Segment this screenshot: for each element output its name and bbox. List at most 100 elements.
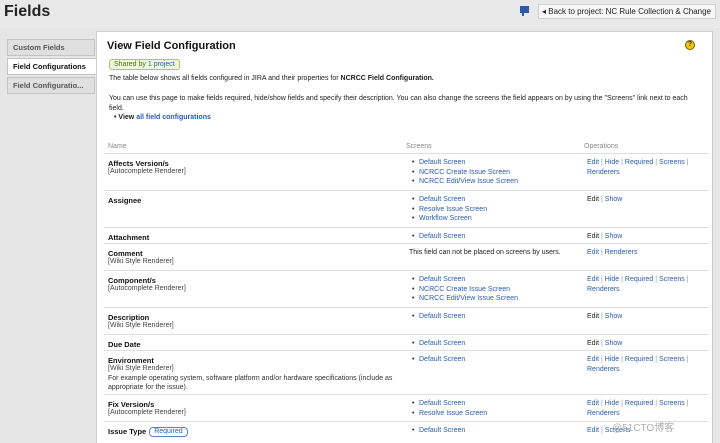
view-all-item: • View all field configurations [114,114,211,121]
operation-required-link[interactable]: Required [625,400,653,407]
field-renderer: [Autocomplete Renderer] [108,409,186,416]
operation-show-link[interactable]: Show [605,313,623,320]
screen-link[interactable]: NCRCC Edit/View Issue Screen [409,294,579,304]
operation-required-link[interactable]: Required [625,356,653,363]
operation-edit-link[interactable]: Edit [587,400,599,407]
intro-text: The table below shows all fields configu… [109,75,434,82]
operation-hide-link[interactable]: Hide [605,276,619,283]
operations: Edit | Show [587,313,623,320]
top-bar: Fields ◂ Back to project: NC Rule Collec… [0,0,720,28]
operations: Edit | Hide | Required | Screens | Rende… [587,356,689,373]
operation-required-link[interactable]: Required [625,276,653,283]
field-renderer: [Wiki Style Renderer] [108,322,174,329]
screen-list: Default Screen [409,355,579,365]
field-name: Comment [108,249,143,258]
operation-edit-link[interactable]: Edit [587,159,599,166]
screen-link[interactable]: NCRCC Create Issue Screen [409,285,579,295]
instructions-text: You can use this page to make fields req… [109,95,688,112]
operation-show-link[interactable]: Show [605,340,623,347]
operation-screens-link[interactable]: Screens [659,400,685,407]
screen-link[interactable]: Default Screen [409,339,579,349]
watermark: @51CTO博客 [612,423,675,434]
back-to-project-link[interactable]: ◂ Back to project: NC Rule Collection & … [538,4,716,19]
screen-list: Default ScreenResolve Issue ScreenWorkfl… [409,195,579,224]
screen-link[interactable]: Resolve Issue Screen [409,409,579,419]
tab-custom-fields[interactable]: Custom Fields [7,39,95,56]
field-name: Environment [108,356,154,365]
operation-screens-link[interactable]: Screens [659,276,685,283]
table-row: Component/s[Autocomplete Renderer] Defaul… [104,270,709,307]
screen-link[interactable]: Default Screen [409,158,579,168]
screen-link[interactable]: Default Screen [409,426,579,436]
operations: Edit | Show [587,340,623,347]
screen-link[interactable]: NCRCC Edit/View Issue Screen [409,177,579,187]
table-row: Environment [Wiki Style Renderer] For exam… [104,350,709,394]
operation-renderers-link[interactable]: Renderers [587,410,620,417]
operation-edit-link[interactable]: Edit [587,356,599,363]
field-description: For example operating system, software p… [108,375,393,391]
screen-link[interactable]: Resolve Issue Screen [409,205,579,215]
help-icon[interactable]: ? [685,40,695,50]
operation-hide-link[interactable]: Hide [605,400,619,407]
operation-renderers-link[interactable]: Renderers [587,169,620,176]
field-name: Assignee [108,196,142,205]
screen-note: This field can not be placed on screens … [409,249,561,256]
operation-edit-link[interactable]: Edit [587,340,599,347]
sidebar: Custom Fields Field Configurations Field… [7,39,97,96]
operation-edit-link[interactable]: Edit [587,249,599,256]
operation-show-link[interactable]: Show [605,233,623,240]
panel-title: View Field Configuration [107,40,236,52]
screen-link[interactable]: Default Screen [409,312,579,322]
operations: Edit | Show [587,196,623,203]
field-name: Affects Version/s [108,159,169,168]
operation-edit-link[interactable]: Edit [587,196,599,203]
operations: Edit | Hide | Required | Screens | Rende… [587,276,689,293]
tab-field-configuration-schemes[interactable]: Field Configuratio... [7,77,95,94]
operation-screens-link[interactable]: Screens [659,159,685,166]
flag-icon[interactable] [520,6,529,17]
operation-renderers-link[interactable]: Renderers [587,286,620,293]
screen-link[interactable]: Default Screen [409,355,579,365]
field-name: Fix Version/s [108,400,155,409]
tab-field-configurations[interactable]: Field Configurations [7,58,97,75]
screen-list: Default Screen [409,312,579,322]
screen-link[interactable]: NCRCC Create Issue Screen [409,168,579,178]
screen-list: Default Screen [409,339,579,349]
screen-link[interactable]: Workflow Screen [409,214,579,224]
operation-edit-link[interactable]: Edit [587,276,599,283]
operation-edit-link[interactable]: Edit [587,233,599,240]
field-name: Component/s [108,276,156,285]
table-row: Description[Wiki Style Renderer] Default … [104,307,709,334]
operation-show-link[interactable]: Show [605,196,623,203]
field-name: Issue Type Required [108,427,188,437]
required-badge: Required [149,427,188,437]
field-renderer: [Wiki Style Renderer] [108,365,174,372]
operation-hide-link[interactable]: Hide [605,159,619,166]
shared-by-badge[interactable]: Shared by 1 project [109,59,180,70]
configuration-name: NCRCC Field Configuration. [340,75,434,82]
table-row: Attachment Default Screen Edit | Show [104,227,709,243]
screen-list: Default ScreenNCRCC Create Issue ScreenN… [409,158,579,187]
field-name: Due Date [108,340,141,349]
operation-renderers-link[interactable]: Renderers [587,366,620,373]
screen-link[interactable]: Default Screen [409,195,579,205]
field-renderer: [Wiki Style Renderer] [108,258,174,265]
column-header-screens: Screens [406,143,432,150]
screen-link[interactable]: Default Screen [409,232,579,242]
operation-hide-link[interactable]: Hide [605,356,619,363]
screen-link[interactable]: Default Screen [409,275,579,285]
field-renderer: [Autocomplete Renderer] [108,168,186,175]
operation-screens-link[interactable]: Screens [659,356,685,363]
field-name: Description [108,313,150,322]
column-header-operations: Operations [584,143,619,150]
shared-projects-link[interactable]: 1 project [148,61,175,68]
main-panel: View Field Configuration ? Shared by 1 p… [96,31,713,443]
operation-required-link[interactable]: Required [625,159,653,166]
operation-renderers-link[interactable]: Renderers [605,249,638,256]
operation-edit-link[interactable]: Edit [587,313,599,320]
operation-edit-link[interactable]: Edit [587,427,599,434]
screen-link[interactable]: Default Screen [409,399,579,409]
all-field-configurations-link[interactable]: all field configurations [136,114,211,121]
table-row: Comment [Wiki Style Renderer] This field c… [104,243,709,270]
operations: Edit | Renderers [587,249,638,256]
